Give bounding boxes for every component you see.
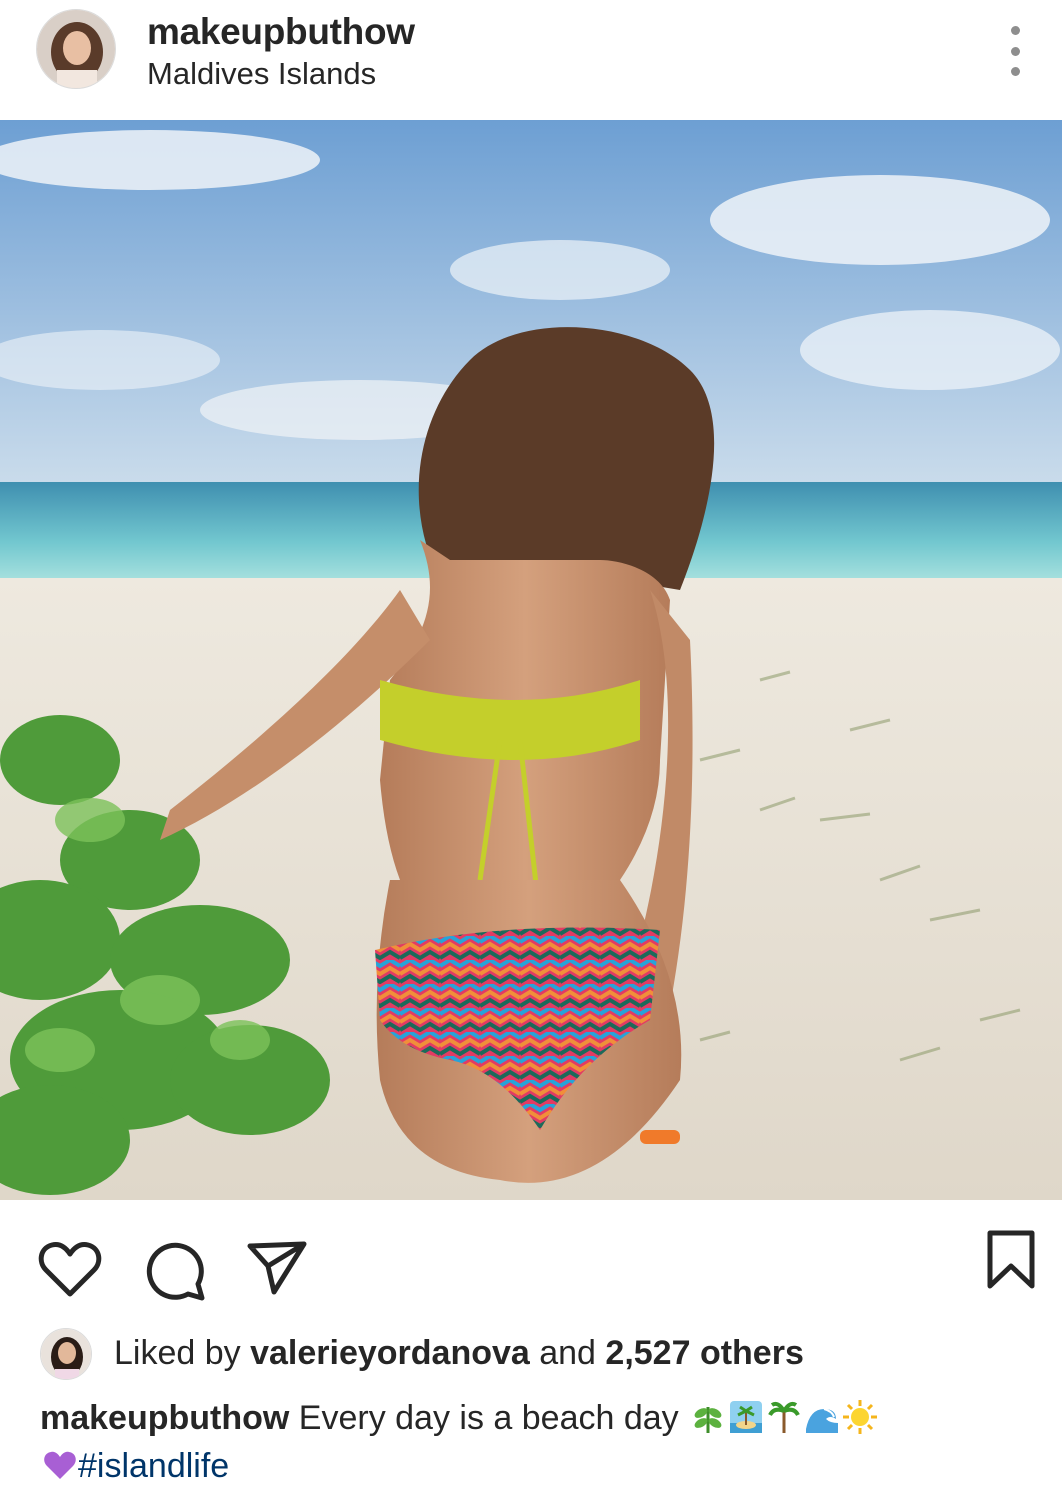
liker-username[interactable]: valerieyordanova [250, 1334, 530, 1372]
desert-island-icon [730, 1401, 763, 1433]
palm-tree-icon [768, 1401, 800, 1433]
comment-icon[interactable] [144, 1240, 206, 1302]
heart-icon[interactable] [38, 1240, 102, 1298]
post-caption: makeupbuthow Every day is a beach day #i… [40, 1394, 1040, 1490]
caption-username[interactable]: makeupbuthow [40, 1399, 289, 1437]
likes-row: Liked by valerieyordanova and 2,527 othe… [0, 1320, 1062, 1380]
purple-heart-icon [44, 1451, 76, 1479]
more-options-icon[interactable] [1000, 26, 1030, 76]
post-location[interactable]: Maldives Islands [147, 56, 376, 92]
bookmark-icon[interactable] [986, 1230, 1036, 1290]
sun-icon [843, 1400, 878, 1434]
wave-icon [806, 1408, 839, 1433]
profile-avatar[interactable] [36, 9, 116, 89]
likes-middle: and [529, 1334, 606, 1372]
likes-text: Liked by valerieyordanova and 2,527 othe… [114, 1332, 804, 1374]
post-username[interactable]: makeupbuthow [147, 10, 415, 54]
caption-hashtag[interactable]: #islandlife [78, 1447, 229, 1485]
likes-prefix: Liked by [114, 1334, 251, 1372]
post-photo[interactable] [0, 120, 1062, 1200]
seedling-icon [694, 1407, 722, 1433]
liker-avatar[interactable] [40, 1328, 92, 1380]
likes-count[interactable]: 2,527 others [605, 1334, 803, 1372]
action-bar [0, 1200, 1062, 1320]
post-header: makeupbuthow Maldives Islands [0, 0, 1062, 120]
caption-text: Every day is a beach day [289, 1399, 689, 1437]
share-icon[interactable] [246, 1240, 308, 1296]
